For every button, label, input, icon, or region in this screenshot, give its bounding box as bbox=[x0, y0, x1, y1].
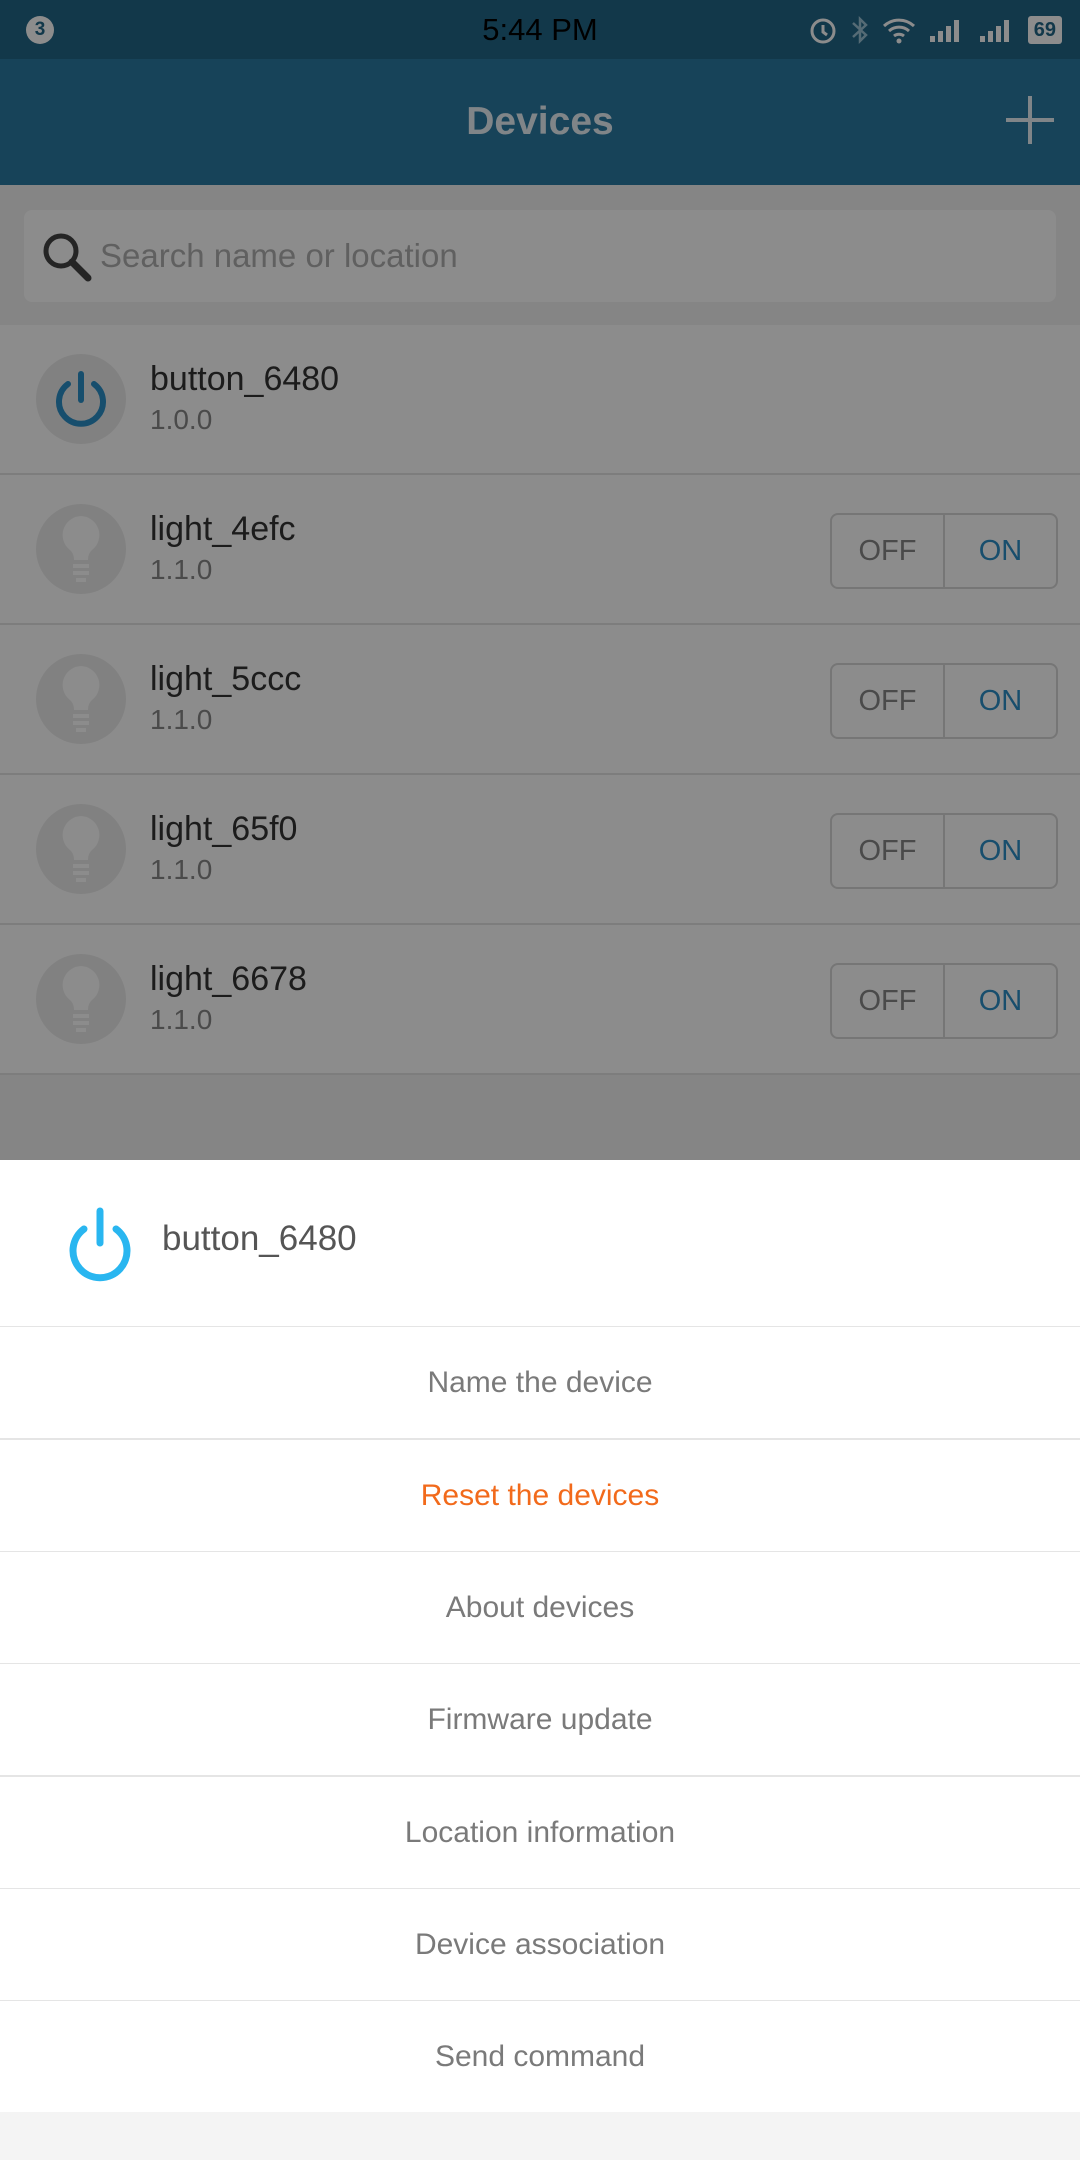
location-information-option[interactable]: Location information bbox=[0, 1777, 1080, 1890]
action-sheet-title: button_6480 bbox=[162, 1219, 357, 1258]
power-icon bbox=[69, 1207, 131, 1282]
action-sheet-footer bbox=[0, 2112, 1080, 2160]
name-device-option[interactable]: Name the device bbox=[0, 1327, 1080, 1440]
modal-overlay[interactable] bbox=[0, 0, 1080, 1160]
reset-devices-option[interactable]: Reset the devices bbox=[0, 1440, 1080, 1553]
send-command-option[interactable]: Send command bbox=[0, 2001, 1080, 2112]
about-devices-option[interactable]: About devices bbox=[0, 1552, 1080, 1665]
firmware-update-option[interactable]: Firmware update bbox=[0, 1664, 1080, 1777]
device-association-option[interactable]: Device association bbox=[0, 1889, 1080, 2002]
